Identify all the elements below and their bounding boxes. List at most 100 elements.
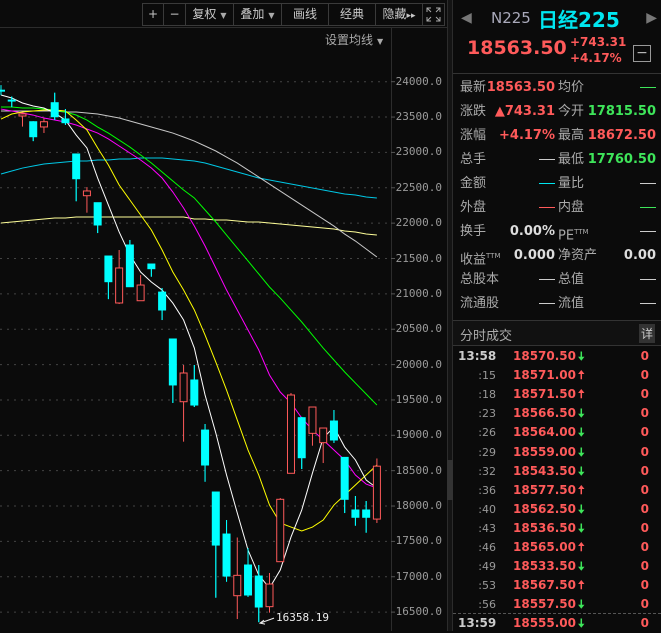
y-tick-label: 19500.0 (395, 392, 442, 406)
candlestick-chart[interactable] (0, 0, 447, 631)
stat-row: 外盘 — 内盘 — (460, 197, 656, 219)
stat-row: 收益TTM 0.000 净资产 0.00 (460, 245, 656, 267)
candle-up (18, 113, 27, 117)
ma5-line (0, 94, 378, 589)
arrow-down-icon: 🠇 (578, 520, 585, 535)
ma30-line (1, 106, 378, 406)
stat-value: — (539, 149, 555, 171)
divider (453, 73, 661, 74)
ticks-header: 分时成交 详 (453, 321, 661, 346)
tick-volume: 0 (640, 387, 649, 402)
tick-price: 18559.00 (513, 444, 577, 459)
tick-row: :53 18567.50 🠅 0 (453, 576, 661, 595)
stat-value: — (640, 293, 656, 315)
tick-time: :46 (478, 541, 496, 554)
tick-row: :40 18562.50 🠇 0 (453, 500, 661, 519)
tick-row: :32 18543.50 🠇 0 (453, 462, 661, 481)
arrow-down-icon: 🠇 (578, 463, 585, 478)
candle-down (93, 202, 102, 226)
tick-price: 18564.00 (513, 425, 577, 440)
arrow-up-icon: 🠅 (578, 578, 585, 593)
tick-price: 18533.50 (513, 559, 577, 574)
candle-down (50, 102, 59, 118)
tick-time: :23 (478, 407, 496, 421)
tick-time: :56 (478, 598, 496, 612)
tick-row: :46 18565.00 🠅 0 (453, 538, 661, 557)
tick-volume: 0 (640, 616, 649, 630)
candle-up (308, 406, 317, 434)
stat-label: 最低 (558, 152, 585, 167)
candle-up (39, 121, 48, 128)
stat-row: 金额 — 量比 — (460, 173, 656, 195)
arrow-down-icon: 🠇 (578, 444, 585, 459)
candle-down (351, 509, 360, 518)
y-tick-label: 23000.0 (395, 145, 442, 159)
candle-up (82, 190, 91, 197)
candle-down (297, 417, 306, 459)
tick-row: :49 18533.50 🠇 0 (453, 557, 661, 576)
tick-price: 18557.50 (513, 597, 577, 612)
candle-down (362, 509, 371, 518)
arrow-down-icon: 🠇 (578, 425, 585, 440)
low-price-annotation: 16358.19 (276, 611, 329, 624)
next-stock-arrow-icon[interactable]: ▶ (646, 10, 657, 26)
stat-row: 总手 — 最低 17760.50 (460, 149, 656, 171)
last-price: 18563.50 (467, 37, 567, 59)
tick-volume: 0 (640, 597, 649, 612)
tick-row: 13:59 18555.00 🠇 0 (453, 614, 661, 633)
stock-code: N225 (491, 9, 531, 27)
candle-up (115, 267, 124, 304)
stat-label: 最新 (460, 80, 487, 95)
tick-volume: 0 (640, 520, 649, 535)
candle-up (265, 583, 274, 608)
tick-price: 18571.00 (513, 368, 577, 383)
stat-label: 今开 (558, 104, 585, 119)
prev-stock-arrow-icon[interactable]: ◀ (461, 10, 472, 26)
tick-time: :36 (478, 483, 496, 497)
collapse-button[interactable]: − (633, 45, 651, 62)
tick-volume: 0 (640, 349, 649, 363)
stat-row: 涨跌 ▲743.31 今开 17815.50 (460, 101, 656, 123)
tick-price: 18555.00 (513, 616, 577, 630)
tick-volume: 0 (640, 463, 649, 478)
candle-down (104, 255, 113, 283)
arrow-down-icon: 🠇 (578, 616, 585, 630)
quote-panel: ◀ ▶ N225 日经225 18563.50 +743.31 +4.17% −… (453, 0, 661, 631)
candle-down (61, 118, 70, 124)
tick-volume: 0 (640, 444, 649, 459)
arrow-down-icon: 🠇 (578, 501, 585, 516)
y-tick-label: 21000.0 (395, 286, 442, 300)
candle-down (329, 420, 338, 441)
stat-value: — (640, 173, 656, 195)
stat-label: 总值 (558, 272, 585, 287)
y-tick-label: 18500.0 (395, 463, 442, 477)
tick-time: :53 (478, 579, 496, 593)
stat-value: — (640, 269, 656, 291)
tick-time: 13:59 (458, 616, 497, 630)
tick-volume: 0 (640, 406, 649, 421)
ticks-title: 分时成交 (460, 329, 513, 344)
tick-price: 18566.50 (513, 406, 577, 421)
candle-down (201, 429, 210, 466)
candle-down (211, 491, 220, 546)
detail-button[interactable]: 详 (638, 324, 655, 343)
ma60-line (1, 110, 378, 258)
stat-value: — (640, 221, 656, 243)
stat-label: 涨跌 (460, 104, 487, 119)
arrow-up-icon: 🠅 (578, 368, 585, 383)
stat-value: 0.00% (509, 224, 555, 239)
y-tick-label: 21500.0 (395, 251, 442, 265)
y-tick-label: 22000.0 (395, 216, 442, 230)
stat-label: PETTM (558, 228, 589, 244)
candle-down (7, 99, 16, 102)
y-tick-label: 18000.0 (395, 499, 442, 513)
stat-value: 0.00 (623, 248, 656, 263)
arrow-up-icon: 🠅 (578, 387, 585, 402)
y-tick-label: 19000.0 (395, 428, 442, 442)
ma10-line (0, 109, 378, 532)
y-tick-label: 20000.0 (395, 357, 442, 371)
candle-up (136, 284, 145, 302)
stat-value: 0.000 (513, 248, 555, 263)
y-tick-label: 23500.0 (395, 110, 442, 124)
tick-price: 18577.50 (513, 482, 577, 497)
